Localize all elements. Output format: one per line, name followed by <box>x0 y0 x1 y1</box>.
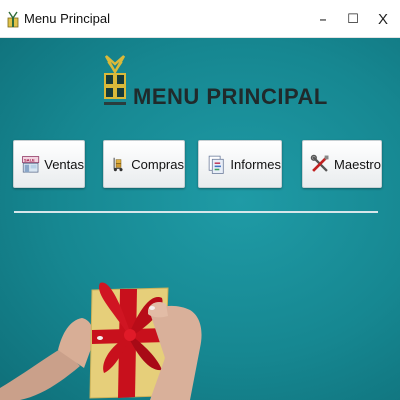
informes-label: Informes <box>230 156 281 172</box>
compras-button[interactable]: Compras <box>103 140 185 188</box>
app-window: Menu Principal – ☐ X MENU PRINCIPAL SALE… <box>0 0 400 400</box>
title-bar: Menu Principal – ☐ X <box>0 0 400 38</box>
app-gift-icon <box>7 11 19 28</box>
reports-icon <box>208 155 224 174</box>
hand-truck-icon <box>113 157 123 172</box>
main-content: MENU PRINCIPAL SALE Ventas Compras Infor… <box>0 38 400 400</box>
ventas-label: Ventas <box>44 156 84 172</box>
tools-icon <box>310 154 329 172</box>
close-button[interactable]: X <box>366 0 400 38</box>
divider-line <box>14 211 378 213</box>
window-title: Menu Principal <box>24 11 110 26</box>
gift-hands-image <box>0 282 202 400</box>
menu-title: MENU PRINCIPAL <box>133 84 328 109</box>
svg-text:SALE: SALE <box>24 157 35 162</box>
store-sale-icon: SALE <box>22 156 40 173</box>
ventas-button[interactable]: SALE Ventas <box>13 140 85 188</box>
minimize-button[interactable]: – <box>306 0 340 38</box>
maximize-button[interactable]: ☐ <box>336 0 370 38</box>
compras-label: Compras <box>131 156 184 172</box>
maestro-label: Maestro <box>334 156 381 172</box>
informes-button[interactable]: Informes <box>198 140 282 188</box>
gift-logo-icon <box>104 55 126 105</box>
maestro-button[interactable]: Maestro <box>302 140 382 188</box>
